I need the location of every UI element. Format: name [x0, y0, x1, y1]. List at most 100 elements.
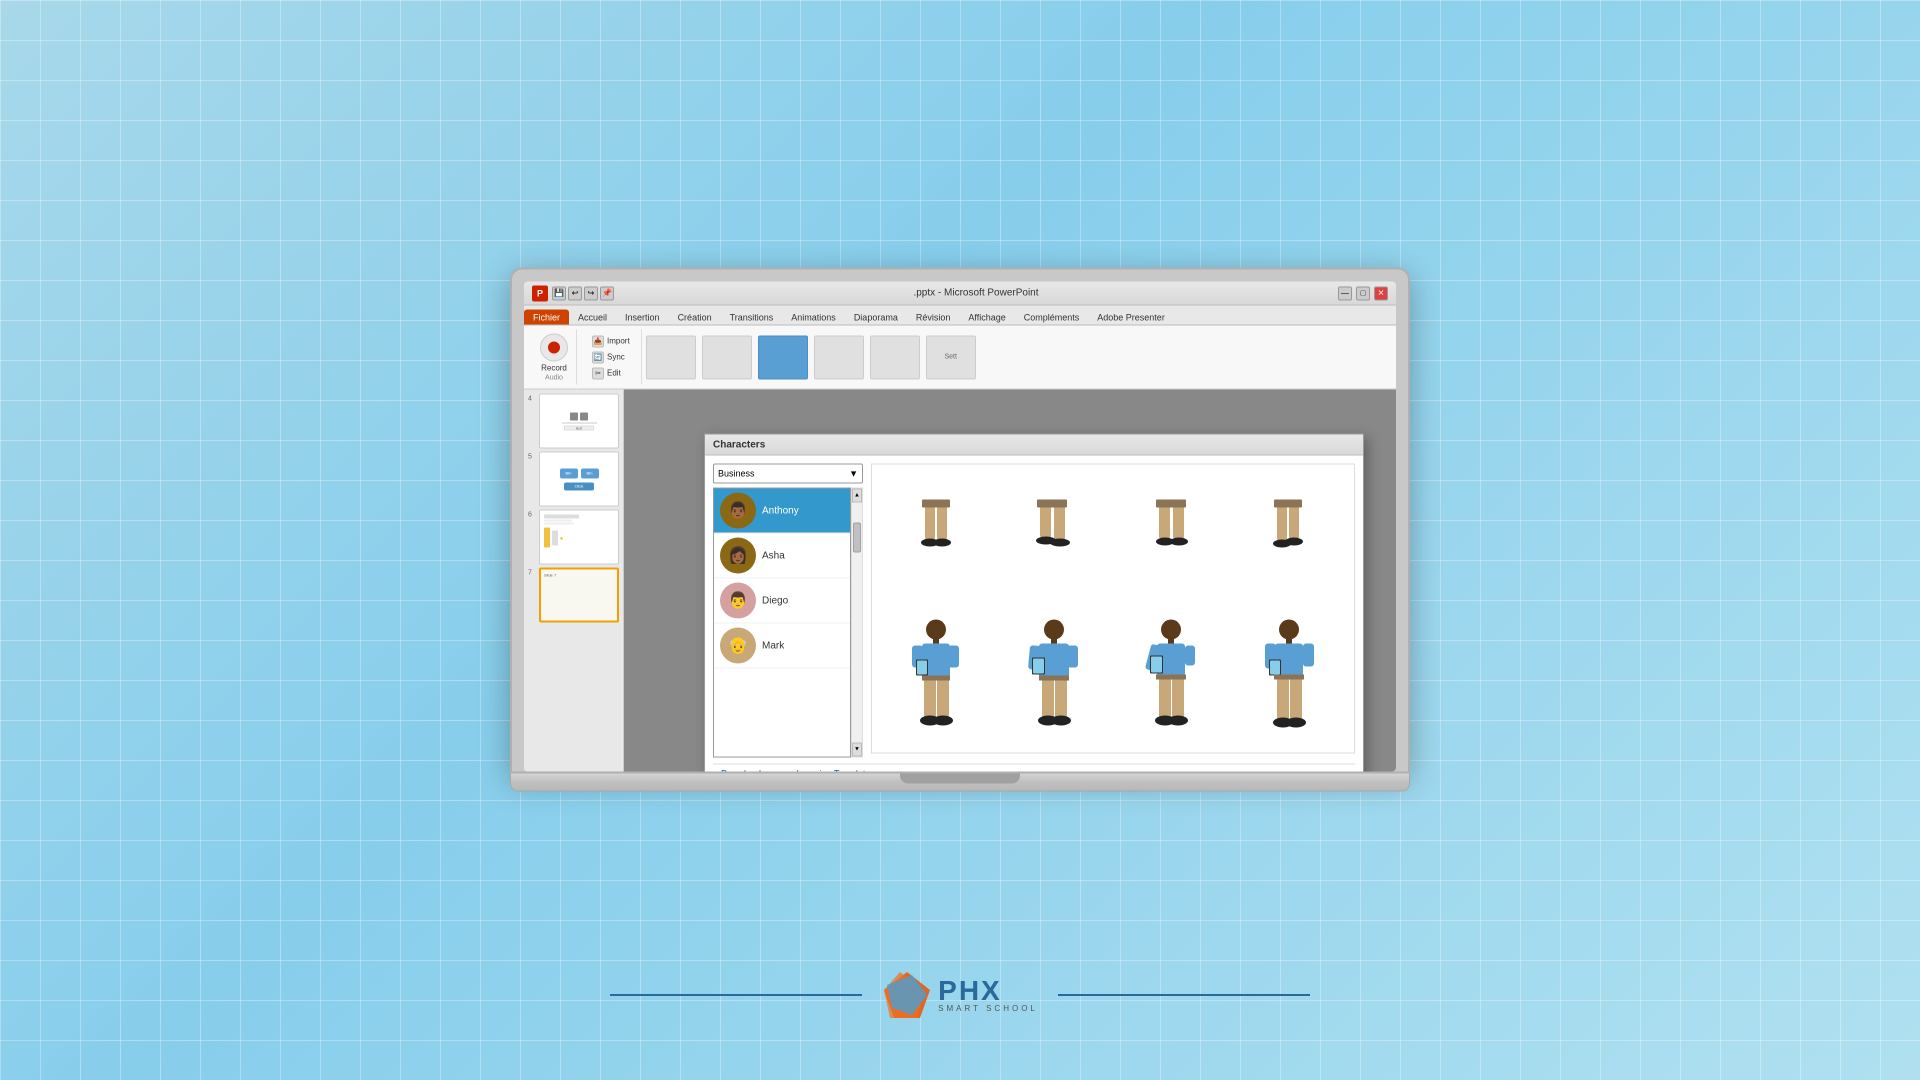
tab-revision[interactable]: Révision [907, 310, 960, 325]
pose-5-svg [904, 618, 969, 738]
import-icon: 📥 [592, 335, 604, 347]
pose-3-svg [1142, 500, 1202, 580]
category-selected: Business [718, 469, 755, 479]
tab-insertion[interactable]: Insertion [616, 310, 669, 325]
slide-preview-6[interactable]: ◆ [539, 510, 619, 565]
phx-text: PHX SMART SCHOOL [938, 977, 1038, 1013]
import-button[interactable]: 📥 Import [589, 334, 633, 348]
char-pose-3[interactable] [1115, 473, 1229, 607]
slide-thumb-7[interactable]: 7 Slide 7 [528, 568, 619, 623]
pose-4-svg [1259, 500, 1319, 580]
undo-btn[interactable]: ↩ [568, 286, 582, 300]
record-button[interactable]: Record [540, 333, 568, 372]
ribbon-placeholder-3 [758, 335, 808, 379]
tab-transitions[interactable]: Transitions [721, 310, 783, 325]
tab-diaporama[interactable]: Diaporama [845, 310, 907, 325]
dropdown-arrow-icon: ▼ [849, 469, 858, 479]
tab-fichier[interactable]: Fichier [524, 310, 569, 325]
slide-thumb-4[interactable]: 4 text [528, 394, 619, 449]
phx-logo-area: PHX SMART SCHOOL [610, 970, 1310, 1020]
char-list-scrollbar[interactable]: ▲ ▼ [851, 488, 863, 758]
ribbon-placeholder-4 [814, 335, 864, 379]
slide-preview-7[interactable]: Slide 7 [539, 568, 619, 623]
minimize-btn[interactable]: — [1338, 286, 1352, 300]
slide-num-4: 4 [528, 394, 536, 403]
sync-button[interactable]: 🔄 Sync [589, 350, 633, 364]
tab-affichage[interactable]: Affichage [959, 310, 1014, 325]
char-pose-6[interactable] [998, 611, 1112, 745]
tab-complements[interactable]: Compléments [1015, 310, 1089, 325]
main-area: 4 text [524, 390, 1396, 772]
ribbon-sett: Sett [926, 335, 976, 379]
ribbon-placeholder-2 [702, 335, 752, 379]
scrollbar-up-arrow[interactable]: ▲ [852, 489, 862, 503]
dialog-body: Business ▼ [705, 456, 1363, 772]
slide-num-5: 5 [528, 452, 536, 461]
char-list-wrapper: 👨🏾 Anthony 👩🏾 [713, 488, 863, 758]
edit-button[interactable]: ✂ Edit [589, 366, 633, 380]
slide-preview-5[interactable]: Btn Btn Click [539, 452, 619, 507]
char-pose-5[interactable] [880, 611, 994, 745]
char-name-diego: Diego [762, 595, 788, 606]
pose-2-svg [1024, 500, 1084, 580]
redo-btn[interactable]: ↪ [584, 286, 598, 300]
sync-label: Sync [607, 353, 625, 362]
char-avatar-anthony: 👨🏾 [720, 493, 756, 529]
mic-circle [548, 341, 560, 353]
phx-diamond-icon [882, 970, 932, 1020]
save-btn[interactable]: 💾 [552, 286, 566, 300]
dialog-titlebar: Characters [705, 435, 1363, 456]
characters-dialog: Characters Business [704, 434, 1364, 772]
tab-creation[interactable]: Création [669, 310, 721, 325]
ribbon-placeholder-5 [870, 335, 920, 379]
tab-accueil[interactable]: Accueil [569, 310, 616, 325]
maximize-btn[interactable]: □ [1356, 286, 1370, 300]
dialog-title: Characters [713, 439, 765, 450]
ribbon-content: Record Audio 📥 Import 🔄 [524, 326, 1396, 390]
scrollbar-thumb[interactable] [853, 523, 861, 553]
category-dropdown[interactable]: Business ▼ [713, 464, 863, 484]
char-pose-1[interactable] [880, 473, 994, 607]
import-label: Import [607, 337, 630, 346]
edit-label: Edit [607, 369, 621, 378]
char-pose-8[interactable] [1233, 611, 1347, 745]
char-pose-2[interactable] [998, 473, 1112, 607]
slide-thumb-6[interactable]: 6 ◆ [528, 510, 619, 565]
char-avatar-mark: 👴 [720, 628, 756, 664]
laptop-screen: P 💾 ↩ ↪ 📌 .pptx - Microsoft PowerPoint —… [524, 282, 1396, 772]
char-item-mark[interactable]: 👴 Mark [714, 624, 850, 669]
char-name-anthony: Anthony [762, 505, 799, 516]
char-item-asha[interactable]: 👩🏾 Asha [714, 534, 850, 579]
slide-preview-4[interactable]: text [539, 394, 619, 449]
edit-icon: ✂ [592, 367, 604, 379]
phx-logo: PHX SMART SCHOOL [882, 970, 1038, 1020]
link-templates[interactable]: Download more : eLearning Templates [721, 769, 1347, 772]
close-btn[interactable]: ✕ [1374, 286, 1388, 300]
char-list-panel: Business ▼ [713, 464, 863, 758]
ribbon-group-import: 📥 Import 🔄 Sync ✂ Edit [581, 330, 642, 385]
tab-adobe[interactable]: Adobe Presenter [1088, 310, 1174, 325]
tab-animations[interactable]: Animations [782, 310, 845, 325]
pose-8-svg [1257, 618, 1322, 738]
phx-line-right [1058, 994, 1310, 996]
pose-6-svg [1022, 618, 1087, 738]
ppt-icon: P [532, 285, 548, 301]
char-item-diego[interactable]: 👨 Diego [714, 579, 850, 624]
char-item-anthony[interactable]: 👨🏾 Anthony [714, 489, 850, 534]
title-bar: P 💾 ↩ ↪ 📌 .pptx - Microsoft PowerPoint —… [524, 282, 1396, 306]
record-label: Record [541, 363, 567, 372]
char-list: 👨🏾 Anthony 👩🏾 [713, 488, 851, 758]
slide-thumb-5[interactable]: 5 Btn Btn Click [528, 452, 619, 507]
powerpoint-window: P 💾 ↩ ↪ 📌 .pptx - Microsoft PowerPoint —… [524, 282, 1396, 772]
pin-btn[interactable]: 📌 [600, 286, 614, 300]
ribbon-placeholder-1 [646, 335, 696, 379]
mic-icon [540, 333, 568, 361]
scrollbar-down-arrow[interactable]: ▼ [852, 743, 862, 757]
char-pose-4[interactable] [1233, 473, 1347, 607]
char-pose-preview [871, 464, 1355, 754]
char-pose-7[interactable] [1115, 611, 1229, 745]
slide-panel: 4 text [524, 390, 624, 772]
phx-brand-text: PHX [938, 977, 1038, 1005]
laptop-base [510, 774, 1410, 792]
import-sync-edit-buttons: 📥 Import 🔄 Sync ✂ Edit [589, 334, 633, 380]
